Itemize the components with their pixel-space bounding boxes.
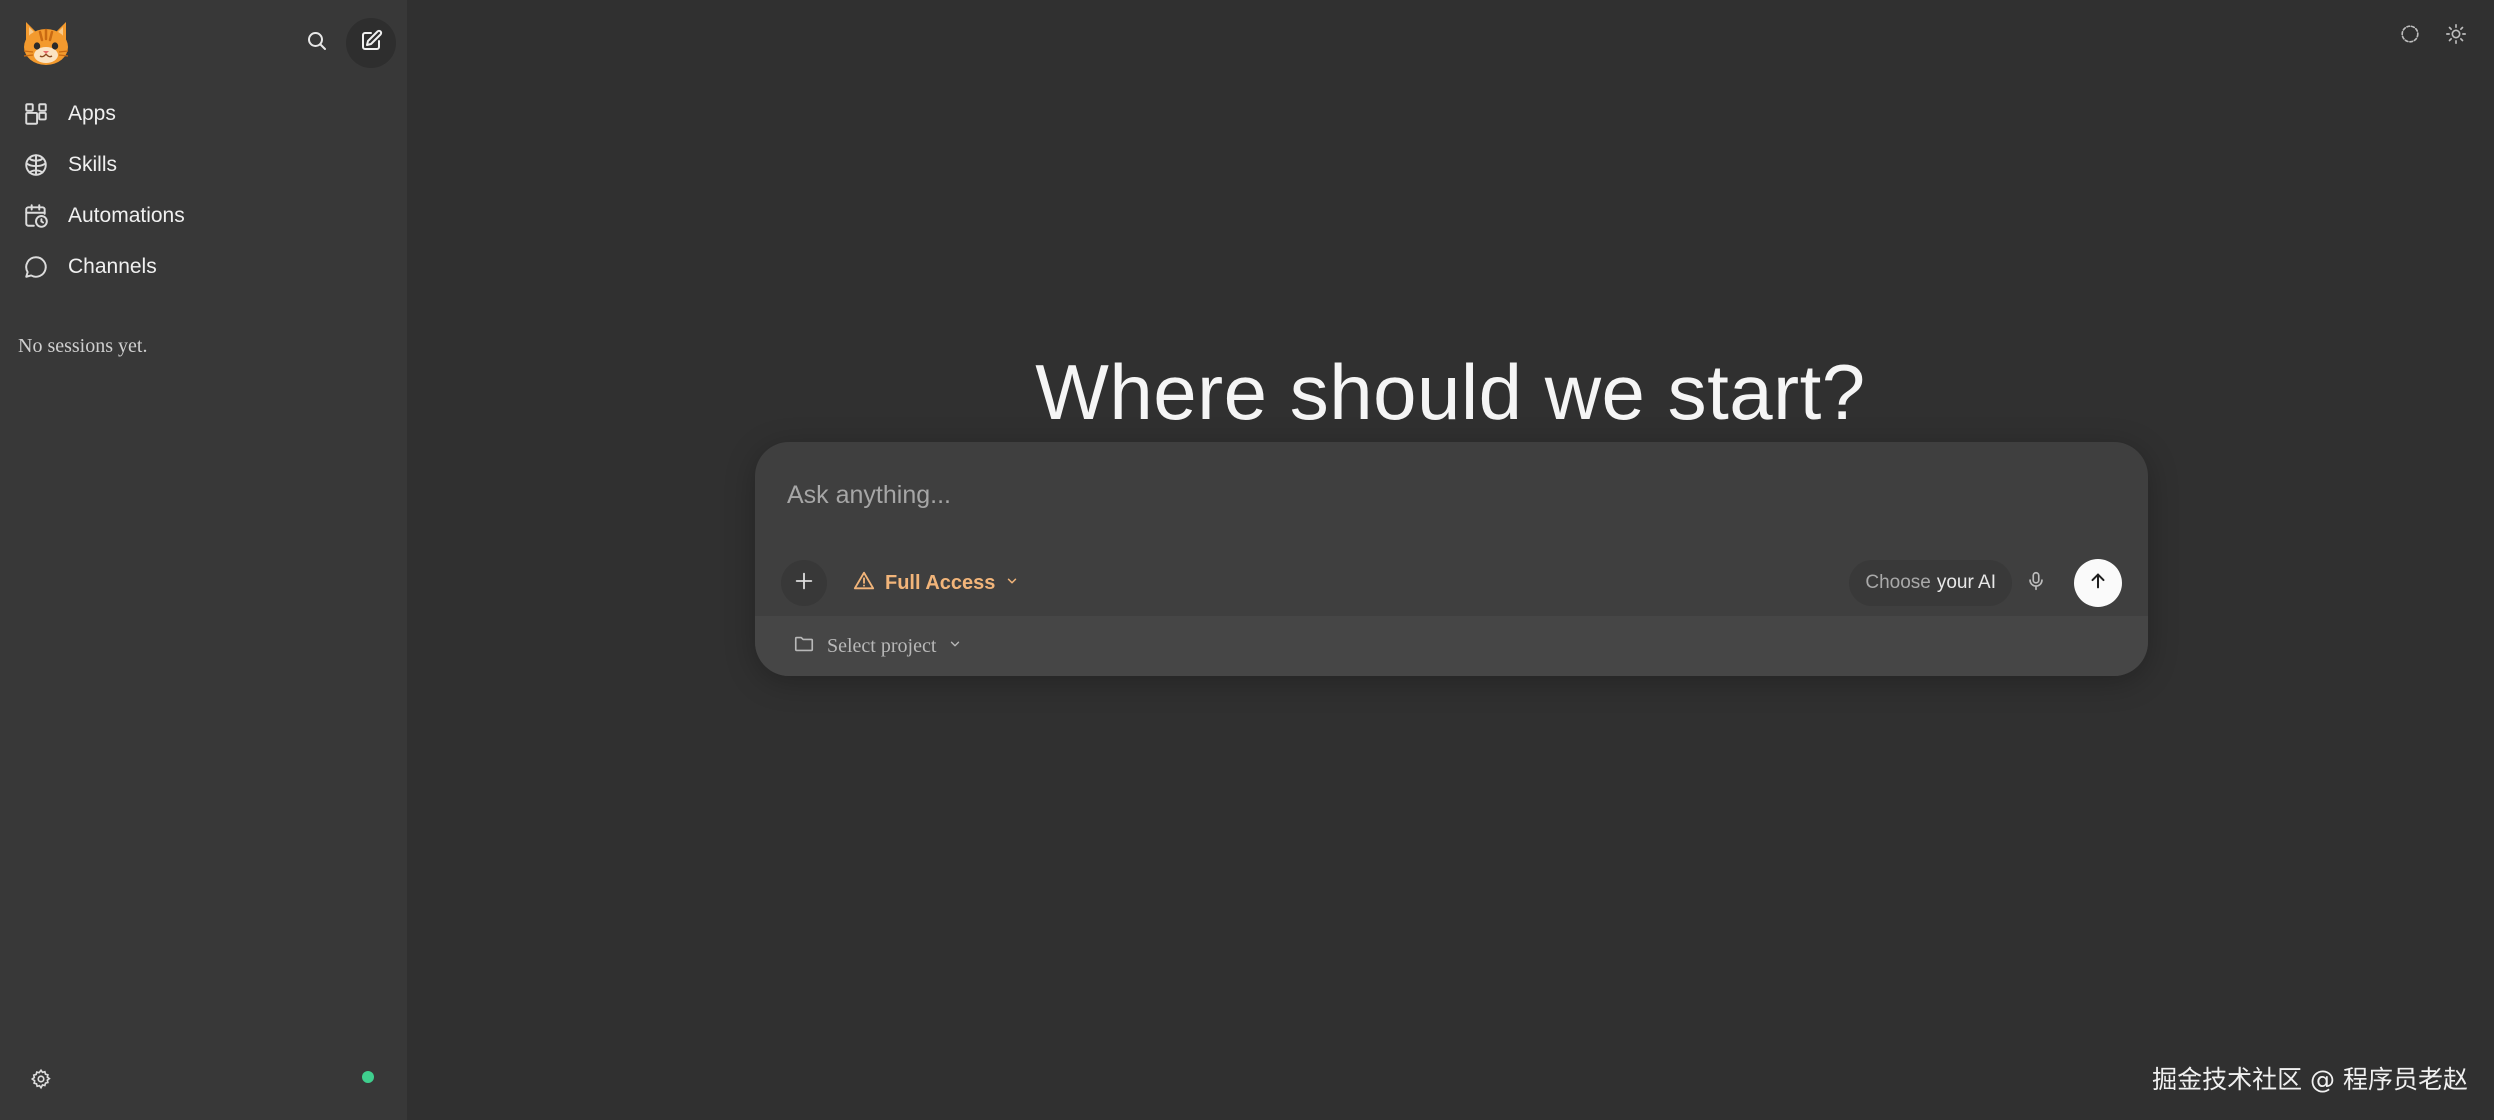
model-selector-suffix: your AI — [1936, 572, 1996, 593]
sidebar-item-label: Automations — [68, 203, 185, 227]
watermark-text: 掘金技术社区 @ 程序员老赵 — [2152, 1065, 2468, 1094]
sidebar-item-automations[interactable]: Automations — [16, 190, 396, 241]
project-selector-label: Select project — [827, 634, 937, 657]
arrow-up-icon — [2087, 570, 2109, 597]
sidebar-item-channels[interactable]: Channels — [16, 241, 396, 292]
microphone-icon — [2025, 570, 2047, 597]
message-composer: Full Access Choose your AI — [755, 442, 2148, 676]
loading-circle-icon[interactable] — [2396, 20, 2424, 48]
brain-icon — [22, 151, 50, 179]
empty-sessions-text: No sessions yet. — [18, 335, 148, 357]
connection-status-dot — [362, 1071, 374, 1083]
chevron-down-icon — [1005, 574, 1019, 593]
prompt-input[interactable] — [785, 480, 2089, 511]
settings-button[interactable] — [24, 1064, 58, 1098]
project-selector[interactable]: Select project — [793, 630, 962, 662]
composer-footer: Select project — [755, 616, 2148, 676]
warning-icon — [853, 570, 875, 597]
sidebar-item-label: Channels — [68, 254, 157, 278]
search-button[interactable] — [292, 18, 342, 68]
app-window: Apps Skills Automations Channels No sess… — [0, 0, 2494, 1120]
sidebar-item-label: Apps — [68, 101, 116, 125]
sidebar-item-skills[interactable]: Skills — [16, 139, 396, 190]
main-panel: Where should we start? Ask anything... F… — [407, 0, 2494, 1120]
folder-icon — [793, 633, 815, 660]
search-icon — [305, 29, 329, 58]
cat-logo-icon[interactable] — [20, 18, 72, 68]
calendar-clock-icon — [22, 202, 50, 230]
access-mode-dropdown[interactable]: Full Access — [847, 563, 1025, 603]
model-selector[interactable]: Choose your AI — [1849, 560, 2012, 606]
sidebar-nav: Apps Skills Automations Channels — [16, 88, 396, 292]
chevron-down-icon — [948, 637, 962, 656]
top-right-toolbar — [2396, 20, 2470, 48]
model-selector-prefix: Choose — [1865, 572, 1931, 593]
send-button[interactable] — [2074, 559, 2122, 607]
plus-icon — [793, 570, 815, 597]
edit-icon — [359, 29, 383, 58]
sidebar-item-label: Skills — [68, 152, 118, 176]
gear-icon — [30, 1068, 52, 1095]
voice-input-button[interactable] — [2016, 563, 2056, 603]
sidebar-item-apps[interactable]: Apps — [16, 88, 396, 139]
chat-bubble-icon — [22, 253, 50, 281]
add-attachment-button[interactable] — [781, 560, 827, 606]
sun-icon[interactable] — [2442, 20, 2470, 48]
new-session-button[interactable] — [346, 18, 396, 68]
sidebar: Apps Skills Automations Channels No sess… — [0, 0, 407, 1120]
access-mode-label: Full Access — [885, 571, 996, 594]
apps-icon — [22, 100, 50, 128]
page-title: Where should we start? — [1035, 348, 1866, 437]
